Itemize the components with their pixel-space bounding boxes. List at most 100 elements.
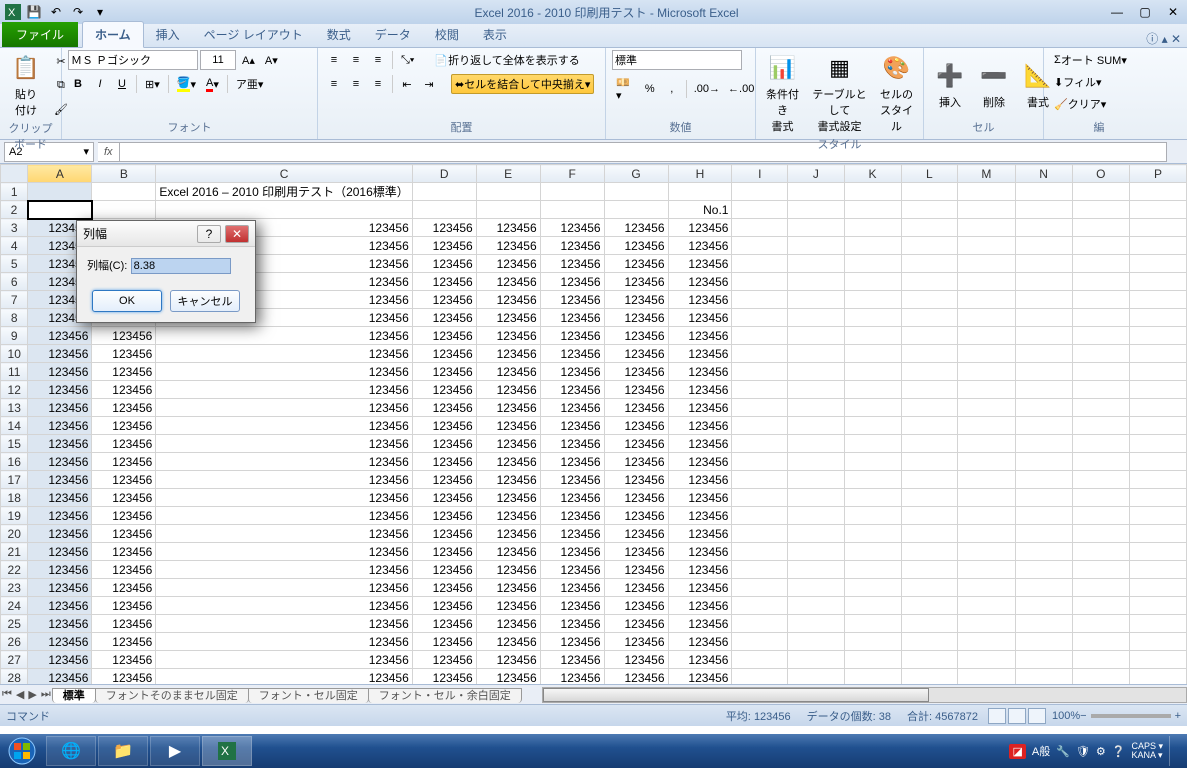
align-bottom-icon[interactable]: ≡ (368, 50, 388, 70)
chevron-down-icon[interactable]: ▾ (83, 145, 89, 158)
conditional-format-button[interactable]: 📊条件付き 書式 (762, 50, 803, 136)
row-header[interactable]: 27 (1, 651, 28, 669)
formula-bar[interactable] (120, 142, 1167, 162)
cell[interactable] (1015, 669, 1072, 685)
cell[interactable] (732, 651, 788, 669)
cell[interactable]: 123456 (540, 273, 604, 291)
format-as-table-button[interactable]: ▦テーブルとして 書式設定 (807, 50, 872, 136)
cell[interactable]: 123456 (92, 651, 156, 669)
cell[interactable]: 123456 (28, 543, 92, 561)
cell[interactable] (788, 399, 844, 417)
cell[interactable] (1129, 435, 1186, 453)
cell[interactable] (1072, 183, 1129, 201)
cell[interactable]: 123456 (92, 345, 156, 363)
cell[interactable] (1072, 615, 1129, 633)
cell[interactable] (540, 183, 604, 201)
cell[interactable]: 123456 (668, 669, 732, 685)
cell[interactable] (958, 651, 1015, 669)
cell[interactable]: 123456 (604, 453, 668, 471)
row-header[interactable]: 8 (1, 309, 28, 327)
cell[interactable] (732, 615, 788, 633)
cell[interactable] (1129, 309, 1186, 327)
cell[interactable]: 123456 (156, 435, 412, 453)
ime-mode[interactable]: A般 (1032, 743, 1050, 759)
cell[interactable]: 123456 (668, 579, 732, 597)
cell[interactable]: 123456 (28, 669, 92, 685)
cell[interactable] (844, 237, 901, 255)
cell[interactable]: 123456 (476, 489, 540, 507)
cell[interactable]: 123456 (476, 327, 540, 345)
tab-insert[interactable]: 挿入 (144, 22, 192, 47)
cell[interactable]: 123456 (604, 381, 668, 399)
cell[interactable]: 123456 (668, 417, 732, 435)
cell[interactable] (1015, 327, 1072, 345)
cell[interactable]: 123456 (476, 219, 540, 237)
cell[interactable] (1072, 345, 1129, 363)
cell[interactable] (901, 525, 958, 543)
cell[interactable]: 123456 (540, 291, 604, 309)
number-format-combo[interactable] (612, 50, 742, 70)
cell[interactable]: 123456 (604, 525, 668, 543)
redo-icon[interactable]: ↷ (68, 2, 88, 22)
cell[interactable] (901, 489, 958, 507)
cell[interactable] (901, 633, 958, 651)
cell[interactable] (732, 183, 788, 201)
close-button[interactable]: ✕ (1159, 3, 1187, 21)
cell[interactable]: 123456 (476, 471, 540, 489)
column-header[interactable]: K (844, 165, 901, 183)
cell[interactable]: 123456 (668, 453, 732, 471)
cell[interactable] (1072, 255, 1129, 273)
cell[interactable] (732, 219, 788, 237)
cell[interactable]: 123456 (668, 633, 732, 651)
cell[interactable] (844, 201, 901, 219)
cell[interactable] (788, 183, 844, 201)
cell[interactable] (1015, 471, 1072, 489)
cell[interactable] (1072, 669, 1129, 685)
cell[interactable]: 123456 (668, 507, 732, 525)
cell[interactable] (1072, 291, 1129, 309)
cell[interactable] (844, 417, 901, 435)
row-header[interactable]: 25 (1, 615, 28, 633)
cell[interactable]: 123456 (28, 615, 92, 633)
cell[interactable] (1129, 255, 1186, 273)
cell[interactable] (92, 183, 156, 201)
cell[interactable] (958, 309, 1015, 327)
cell[interactable] (1129, 219, 1186, 237)
cell[interactable] (476, 201, 540, 219)
cell[interactable]: 123456 (540, 615, 604, 633)
cell[interactable] (788, 201, 844, 219)
cell[interactable]: 123456 (412, 291, 476, 309)
cell[interactable] (958, 453, 1015, 471)
cell[interactable]: 123456 (476, 255, 540, 273)
decrease-decimal-icon[interactable]: ←.00 (725, 79, 757, 99)
cell[interactable]: 123456 (412, 363, 476, 381)
cell[interactable]: 123456 (412, 633, 476, 651)
cell[interactable]: 123456 (92, 453, 156, 471)
cell[interactable] (788, 453, 844, 471)
cell[interactable]: 123456 (28, 327, 92, 345)
cell[interactable]: 123456 (604, 669, 668, 685)
cell[interactable] (732, 435, 788, 453)
fill-color-icon[interactable]: 🪣▾ (173, 74, 200, 94)
cell[interactable] (1072, 237, 1129, 255)
taskbar-explorer-icon[interactable]: 📁 (98, 736, 148, 766)
cell[interactable]: 123456 (604, 615, 668, 633)
cell[interactable] (1129, 525, 1186, 543)
row-header[interactable]: 4 (1, 237, 28, 255)
cell[interactable]: 123456 (476, 417, 540, 435)
cell[interactable]: 123456 (412, 345, 476, 363)
row-header[interactable]: 10 (1, 345, 28, 363)
cell[interactable]: 123456 (540, 579, 604, 597)
page-break-view-icon[interactable] (1028, 708, 1046, 724)
border-icon[interactable]: ⊞▾ (141, 74, 164, 94)
column-width-input[interactable] (131, 258, 231, 274)
cell[interactable] (844, 291, 901, 309)
normal-view-icon[interactable] (988, 708, 1006, 724)
cell[interactable]: 123456 (412, 399, 476, 417)
cell[interactable]: 123456 (668, 399, 732, 417)
cell[interactable] (901, 219, 958, 237)
cell[interactable] (958, 543, 1015, 561)
cell[interactable] (788, 525, 844, 543)
ok-button[interactable]: OK (92, 290, 162, 312)
cell[interactable]: 123456 (28, 399, 92, 417)
